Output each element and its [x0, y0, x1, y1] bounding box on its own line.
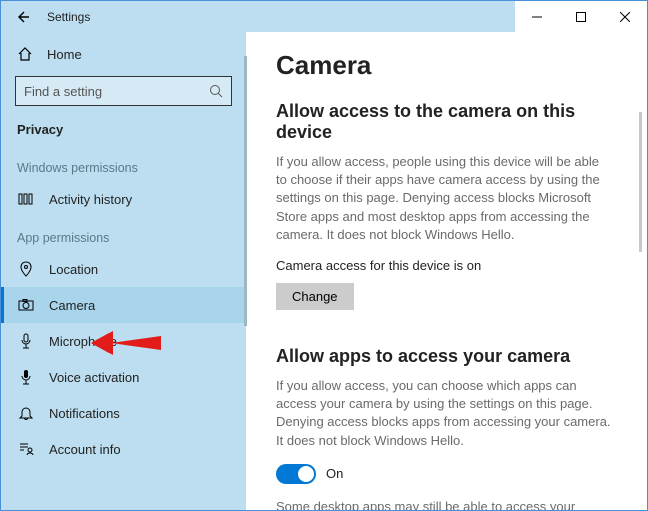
- camera-icon: [17, 297, 35, 313]
- sidebar-item-label: Camera: [49, 298, 95, 313]
- window-title: Settings: [47, 10, 90, 24]
- sidebar-item-microphone[interactable]: Microphone: [1, 323, 246, 359]
- section2-title: Allow apps to access your camera: [276, 346, 613, 367]
- home-icon: [17, 46, 33, 62]
- voice-icon: [17, 369, 35, 385]
- sidebar-item-activity-history[interactable]: Activity history: [1, 181, 246, 217]
- settings-window: Settings Home Find a setting: [0, 0, 648, 511]
- toggle-label: On: [326, 466, 343, 481]
- sidebar-item-label: Activity history: [49, 192, 132, 207]
- maximize-icon: [576, 12, 586, 22]
- search-icon: [209, 84, 223, 98]
- activity-icon: [17, 191, 35, 207]
- sidebar-item-label: Account info: [49, 442, 121, 457]
- close-button[interactable]: [603, 1, 647, 32]
- maximize-button[interactable]: [559, 1, 603, 32]
- camera-access-status: Camera access for this device is on: [276, 258, 613, 273]
- sidebar-item-location[interactable]: Location: [1, 251, 246, 287]
- section2-para: If you allow access, you can choose whic…: [276, 377, 613, 450]
- sidebar-item-camera[interactable]: Camera: [1, 287, 246, 323]
- search-placeholder: Find a setting: [24, 84, 209, 99]
- arrow-left-icon: [15, 9, 31, 25]
- section1-para: If you allow access, people using this d…: [276, 153, 613, 244]
- microphone-icon: [17, 333, 35, 349]
- apps-access-toggle[interactable]: [276, 464, 316, 484]
- sidebar-group-windows-permissions: Windows permissions: [1, 147, 246, 181]
- section1-title: Allow access to the camera on this devic…: [276, 101, 613, 143]
- content-scrollbar[interactable]: [639, 112, 642, 252]
- content-pane: Camera Allow access to the camera on thi…: [246, 32, 647, 510]
- close-icon: [620, 12, 630, 22]
- notifications-icon: [17, 405, 35, 421]
- sidebar-item-label: Voice activation: [49, 370, 139, 385]
- sidebar-item-label: Notifications: [49, 406, 120, 421]
- page-title: Camera: [276, 50, 613, 81]
- sidebar-item-home[interactable]: Home: [1, 40, 246, 68]
- sidebar-item-notifications[interactable]: Notifications: [1, 395, 246, 431]
- sidebar-group-app-permissions: App permissions: [1, 217, 246, 251]
- sidebar-item-account-info[interactable]: Account info: [1, 431, 246, 467]
- title-bar: Settings: [1, 1, 647, 32]
- sidebar-item-label: Microphone: [49, 334, 117, 349]
- search-input[interactable]: Find a setting: [15, 76, 232, 106]
- back-button[interactable]: [9, 3, 37, 31]
- location-icon: [17, 261, 35, 277]
- sidebar-item-voice-activation[interactable]: Voice activation: [1, 359, 246, 395]
- minimize-button[interactable]: [515, 1, 559, 32]
- sidebar: Home Find a setting Privacy Windows perm…: [1, 32, 246, 510]
- change-button[interactable]: Change: [276, 283, 354, 310]
- section2-note: Some desktop apps may still be able to a…: [276, 498, 613, 510]
- sidebar-item-label: Location: [49, 262, 98, 277]
- sidebar-section-header: Privacy: [1, 116, 246, 147]
- minimize-icon: [532, 12, 542, 22]
- home-label: Home: [47, 47, 82, 62]
- account-icon: [17, 441, 35, 457]
